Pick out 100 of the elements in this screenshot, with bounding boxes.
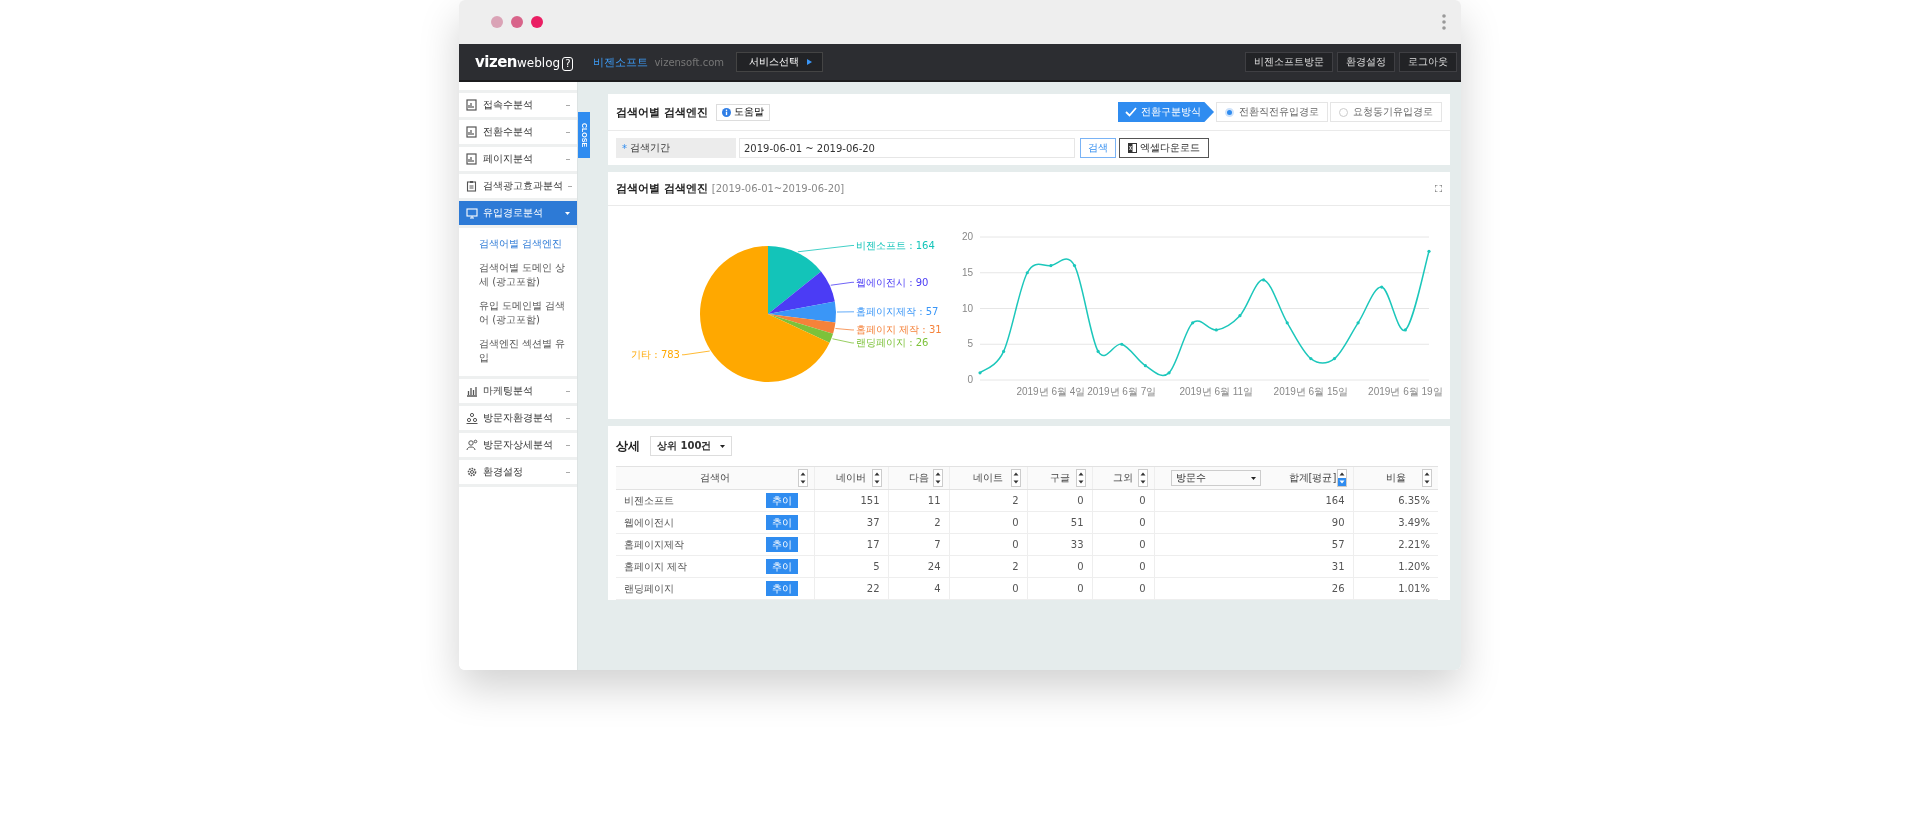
date-range-field[interactable]: 2019-06-01 ~ 2019-06-20 <box>739 138 1075 158</box>
data-point <box>1308 356 1313 361</box>
keyword-cell: 홈페이지 제작 <box>624 559 688 574</box>
data-point <box>1356 321 1360 325</box>
table-cell: 0 <box>1012 583 1019 594</box>
table-cell: 37 <box>866 517 880 528</box>
mode-radio-option[interactable]: 전환직전유입경로 <box>1216 102 1328 122</box>
data-point <box>1190 321 1194 325</box>
header-button[interactable]: 로그아웃 <box>1399 52 1457 72</box>
people-icon <box>466 412 478 424</box>
y-tick-label: 20 <box>961 231 973 242</box>
radio-button[interactable] <box>1339 107 1348 117</box>
radio-button[interactable] <box>1225 107 1234 117</box>
window-dot-icon[interactable] <box>511 16 523 28</box>
table-cell: 3.49% <box>1398 517 1430 528</box>
y-tick-label: 15 <box>961 266 973 278</box>
table-cell: 26 <box>1331 583 1345 594</box>
x-tick-label: 2019년 6월 4일 <box>1016 386 1085 397</box>
sort-up-icon <box>798 470 807 478</box>
table-cell: 2 <box>934 517 941 528</box>
table-cell: 0 <box>1139 517 1146 528</box>
sidebar-item[interactable]: 접속수분석 <box>459 90 577 120</box>
keyword-cell: 비젠소프트 <box>624 493 674 508</box>
sidebar-subitem[interactable]: 검색어별 도메인 상세 (광고포함) <box>459 256 577 294</box>
table-cell: 7 <box>934 539 941 550</box>
table-cell: 57 <box>1331 539 1345 550</box>
column-header: 다음 <box>908 471 929 485</box>
table-cell: 33 <box>1070 539 1084 550</box>
leader-line <box>681 350 711 356</box>
leader-line <box>797 245 855 253</box>
logo[interactable]: vizenweblog ? <box>475 53 574 71</box>
data-point <box>1261 278 1265 282</box>
table-cell: 22 <box>866 583 880 594</box>
data-point <box>1167 371 1171 375</box>
header-button[interactable]: 환경설정 <box>1337 52 1395 72</box>
limit-select[interactable]: 상위 100건 <box>650 436 733 456</box>
slice-label: 기타 : 783 <box>631 349 680 361</box>
sort-button[interactable] <box>1422 469 1432 487</box>
window-dot-icon[interactable] <box>531 16 543 28</box>
table-cell: 90 <box>1331 517 1345 528</box>
x-tick-label: 2019년 6월 15일 <box>1273 386 1348 397</box>
y-tick-label: 0 <box>967 374 973 385</box>
data-point <box>1143 364 1147 368</box>
info-icon <box>721 107 731 117</box>
clipboard-icon <box>466 180 478 192</box>
sort-button[interactable] <box>797 469 808 487</box>
data-point <box>1379 285 1383 289</box>
sidebar-item[interactable]: 유입경로분석 <box>459 201 577 228</box>
table-cell: 0 <box>1077 495 1084 506</box>
y-tick-label: 5 <box>967 338 973 350</box>
window-dot-icon[interactable] <box>491 16 503 28</box>
metric-select[interactable]: 방문수 <box>1170 470 1261 486</box>
table-cell: 0 <box>1139 561 1146 572</box>
table-cell: 2 <box>1012 561 1019 572</box>
document-chart-icon <box>466 99 478 111</box>
keyword-cell: 랜딩페이지 <box>624 581 674 596</box>
table-cell: 0 <box>1139 539 1146 550</box>
kebab-menu-icon[interactable] <box>1442 14 1446 30</box>
sort-button[interactable] <box>1137 469 1148 487</box>
site-domain: vizensoft.com <box>654 56 724 68</box>
table-cell: 0 <box>1012 517 1019 528</box>
sort-up-icon <box>933 470 942 478</box>
help-button[interactable]: 도움말 <box>715 103 770 121</box>
bar-chart-icon <box>466 385 478 397</box>
expand-icon[interactable] <box>1435 185 1442 192</box>
sidebar-subitem[interactable]: 검색엔진 섹션별 유입 <box>459 332 577 370</box>
table-cell: 2.21% <box>1398 539 1430 550</box>
sort-button[interactable] <box>1010 469 1021 487</box>
slice-label: 랜딩페이지 : 26 <box>856 337 929 349</box>
column-header: 비율 <box>1385 471 1406 485</box>
data-point <box>1119 342 1123 346</box>
header-button[interactable]: 비젠소프트방문 <box>1245 52 1333 72</box>
panel-title: 검색어별 검색엔진 <box>616 181 708 196</box>
table-cell: 51 <box>1070 517 1084 528</box>
mode-step: 전환구분방식 <box>1118 102 1214 122</box>
sort-button[interactable] <box>1336 469 1347 487</box>
slice-label: 홈페이지 제작 : 31 <box>856 324 942 336</box>
mode-radio-option[interactable]: 요청동기유입경로 <box>1330 102 1442 122</box>
sort-button[interactable] <box>932 469 943 487</box>
data-point <box>1025 271 1029 275</box>
excel-download-button[interactable]: 엑셀다운로드 <box>1119 138 1209 158</box>
site-name[interactable]: 비젠소프트 <box>593 54 649 70</box>
table-cell: 17 <box>866 539 880 550</box>
table-cell: 0 <box>1077 583 1084 594</box>
sort-button[interactable] <box>871 469 882 487</box>
table-cell: 31 <box>1331 561 1345 572</box>
column-header: 구글 <box>1049 471 1070 485</box>
person-icon <box>466 439 478 451</box>
sort-up-icon <box>1011 470 1020 478</box>
sidebar-subitem[interactable]: 유입 도메인별 검색어 (광고포함) <box>459 294 577 332</box>
column-header: 네이트 <box>973 471 1003 485</box>
sidebar-subitem[interactable]: 검색어별 검색엔진 <box>459 232 577 256</box>
search-button[interactable]: 검색 <box>1080 138 1116 158</box>
sort-up-icon <box>1337 470 1346 478</box>
table-cell: 4 <box>934 583 941 594</box>
sort-button[interactable] <box>1075 469 1086 487</box>
table-cell: 5 <box>873 561 880 572</box>
x-tick-label: 2019년 6월 19일 <box>1367 386 1443 397</box>
service-select-button[interactable]: 서비스선택 <box>736 52 823 72</box>
table-cell: 0 <box>1139 583 1146 594</box>
